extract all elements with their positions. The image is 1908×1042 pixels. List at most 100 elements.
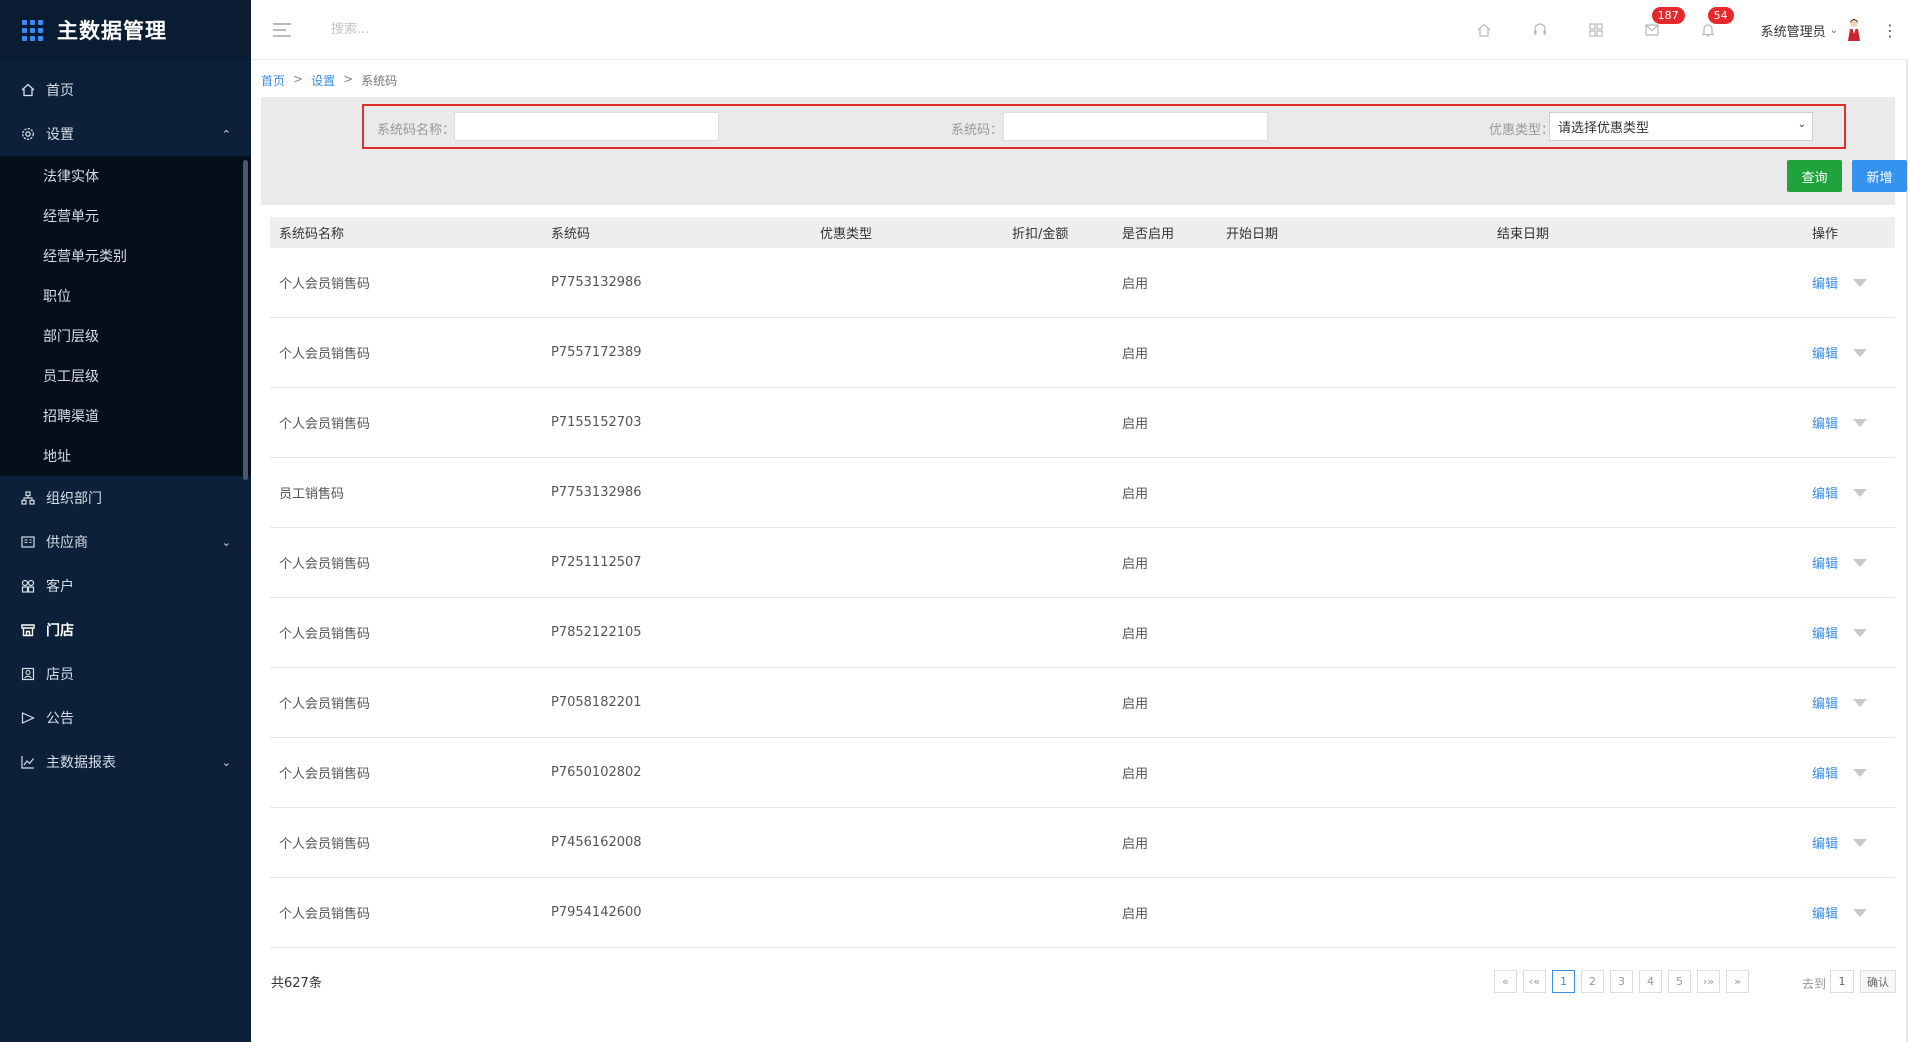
sidebar-item-label: 组织部门 bbox=[46, 491, 102, 507]
cell-code: P7155152703 bbox=[551, 415, 642, 430]
filter-panel: 系统码名称： 系统码： 优惠类型： 请选择优惠类型 ⌄ 查询 新增 bbox=[261, 97, 1907, 205]
prev-page-button[interactable]: ‹« bbox=[1523, 970, 1546, 993]
page-button[interactable]: 5 bbox=[1668, 970, 1691, 993]
page-button[interactable]: 1 bbox=[1552, 970, 1575, 993]
sidebar-item-settings[interactable]: 设置 ⌃ bbox=[0, 112, 251, 156]
edit-link[interactable]: 编辑 bbox=[1812, 273, 1838, 292]
apps-grid-icon[interactable] bbox=[22, 19, 43, 41]
breadcrumb-separator: > bbox=[343, 72, 354, 86]
page-button[interactable]: 3 bbox=[1610, 970, 1633, 993]
table-row: 个人会员销售码 P7852122105 启用 编辑 bbox=[270, 598, 1895, 668]
breadcrumb: 首页 > 设置 > 系统码 bbox=[261, 72, 397, 89]
row-actions-dropdown-icon[interactable] bbox=[1853, 558, 1867, 567]
cell-name: 个人会员销售码 bbox=[279, 277, 371, 292]
edit-link[interactable]: 编辑 bbox=[1812, 693, 1838, 712]
sidebar-item-business-unit[interactable]: 经营单元 bbox=[0, 196, 251, 236]
sidebar-item-business-unit-category[interactable]: 经营单元类别 bbox=[0, 236, 251, 276]
sidebar-item-store[interactable]: 门店 bbox=[0, 608, 251, 652]
filter-fields: 系统码名称： 系统码： 优惠类型： 请选择优惠类型 ⌄ bbox=[362, 104, 1846, 149]
edit-link[interactable]: 编辑 bbox=[1812, 553, 1838, 572]
sidebar-item-label: 供应商 bbox=[46, 535, 88, 551]
sidebar-item-recruit-channel[interactable]: 招聘渠道 bbox=[0, 396, 251, 436]
table-row: 个人会员销售码 P7251112507 启用 编辑 bbox=[270, 528, 1895, 598]
sidebar-item-clerk[interactable]: 店员 bbox=[0, 652, 251, 696]
discount-type-select-value: 请选择优惠类型 bbox=[1558, 121, 1650, 136]
home-icon[interactable] bbox=[1456, 0, 1512, 60]
cell-enabled: 启用 bbox=[1122, 907, 1149, 922]
user-menu[interactable]: 系统管理员 ⌄ bbox=[1761, 18, 1862, 42]
sidebar-item-employee-level[interactable]: 员工层级 bbox=[0, 356, 251, 396]
add-button[interactable]: 新增 bbox=[1852, 160, 1907, 192]
search-input[interactable] bbox=[331, 22, 531, 37]
sidebar-item-supplier[interactable]: 供应商 ⌄ bbox=[0, 520, 251, 564]
row-actions-dropdown-icon[interactable] bbox=[1853, 908, 1867, 917]
cell-code: P7251112507 bbox=[551, 555, 642, 570]
gear-icon bbox=[20, 126, 36, 142]
sidebar-item-org-department[interactable]: 组织部门 bbox=[0, 476, 251, 520]
sidebar-item-legal-entity[interactable]: 法律实体 bbox=[0, 156, 251, 196]
sidebar: 主数据管理 首页 设置 ⌃ 法律实体 经营单元 经营单元类别 职位 部门层级 员… bbox=[0, 0, 251, 1042]
row-actions-dropdown-icon[interactable] bbox=[1853, 278, 1867, 287]
sidebar-item-label: 主数据报表 bbox=[46, 755, 116, 771]
edit-link[interactable]: 编辑 bbox=[1812, 833, 1838, 852]
bell-icon[interactable]: 54 bbox=[1680, 0, 1736, 60]
page-button[interactable]: 4 bbox=[1639, 970, 1662, 993]
cell-code: P7456162008 bbox=[551, 835, 642, 850]
goto-page-input[interactable] bbox=[1830, 970, 1854, 993]
table-row: 个人会员销售码 P7155152703 启用 编辑 bbox=[270, 388, 1895, 458]
edit-link[interactable]: 编辑 bbox=[1812, 483, 1838, 502]
column-header: 开始日期 bbox=[1226, 227, 1279, 242]
row-actions-dropdown-icon[interactable] bbox=[1853, 348, 1867, 357]
menu-toggle-icon[interactable] bbox=[273, 22, 291, 37]
edit-link[interactable]: 编辑 bbox=[1812, 413, 1838, 432]
system-code-input[interactable] bbox=[1003, 112, 1268, 141]
query-button[interactable]: 查询 bbox=[1787, 160, 1842, 192]
support-icon[interactable] bbox=[1512, 0, 1568, 60]
breadcrumb-home[interactable]: 首页 bbox=[261, 72, 285, 89]
breadcrumb-separator: > bbox=[293, 72, 304, 86]
system-code-name-input[interactable] bbox=[454, 112, 719, 141]
row-actions-dropdown-icon[interactable] bbox=[1853, 838, 1867, 847]
edit-link[interactable]: 编辑 bbox=[1812, 903, 1838, 922]
message-icon[interactable]: 187 bbox=[1624, 0, 1685, 60]
next-page-button[interactable]: ›» bbox=[1697, 970, 1720, 993]
row-actions-dropdown-icon[interactable] bbox=[1853, 628, 1867, 637]
table-row: 个人会员销售码 P7058182201 启用 编辑 bbox=[270, 668, 1895, 738]
sidebar-item-label: 设置 bbox=[46, 127, 74, 143]
sidebar-scrollbar[interactable] bbox=[243, 160, 248, 480]
table-body: 个人会员销售码 P7753132986 启用 编辑 个人会员销售码 P7557172389… bbox=[270, 248, 1895, 948]
page-button[interactable]: 2 bbox=[1581, 970, 1604, 993]
last-page-button[interactable]: » bbox=[1726, 970, 1749, 993]
edit-link[interactable]: 编辑 bbox=[1812, 343, 1838, 362]
row-actions-dropdown-icon[interactable] bbox=[1853, 418, 1867, 427]
first-page-button[interactable]: « bbox=[1494, 970, 1517, 993]
goto-confirm-button[interactable]: 确认 bbox=[1860, 970, 1896, 993]
discount-type-select[interactable]: 请选择优惠类型 ⌄ bbox=[1549, 112, 1813, 141]
sidebar-item-home[interactable]: 首页 bbox=[0, 68, 251, 112]
row-actions-dropdown-icon[interactable] bbox=[1853, 768, 1867, 777]
column-header: 优惠类型 bbox=[820, 227, 873, 242]
table-row: 个人会员销售码 P7557172389 启用 编辑 bbox=[270, 318, 1895, 388]
sidebar-item-master-data-report[interactable]: 主数据报表 ⌄ bbox=[0, 740, 251, 784]
sidebar-item-department-level[interactable]: 部门层级 bbox=[0, 316, 251, 356]
sidebar-item-position[interactable]: 职位 bbox=[0, 276, 251, 316]
sidebar-item-label: 门店 bbox=[46, 623, 74, 639]
row-actions-dropdown-icon[interactable] bbox=[1853, 698, 1867, 707]
row-actions-dropdown-icon[interactable] bbox=[1853, 488, 1867, 497]
sidebar-item-announcement[interactable]: 公告 bbox=[0, 696, 251, 740]
edit-link[interactable]: 编辑 bbox=[1812, 623, 1838, 642]
chart-icon bbox=[20, 754, 36, 770]
cell-enabled: 启用 bbox=[1122, 697, 1149, 712]
more-options-icon[interactable]: ⋮ bbox=[1878, 0, 1902, 60]
header-actions: 187 54 系统管理员 ⌄ ⋮ bbox=[1456, 0, 1908, 60]
breadcrumb-settings[interactable]: 设置 bbox=[311, 72, 335, 89]
sidebar-item-address[interactable]: 地址 bbox=[0, 436, 251, 476]
sidebar-item-customer[interactable]: 客户 bbox=[0, 564, 251, 608]
cell-enabled: 启用 bbox=[1122, 277, 1149, 292]
app-title: 主数据管理 bbox=[57, 19, 167, 43]
cell-name: 个人会员销售码 bbox=[279, 697, 371, 712]
apps-icon[interactable] bbox=[1568, 0, 1624, 60]
edit-link[interactable]: 编辑 bbox=[1812, 763, 1838, 782]
clerk-icon bbox=[20, 666, 36, 682]
supplier-icon bbox=[20, 534, 36, 550]
